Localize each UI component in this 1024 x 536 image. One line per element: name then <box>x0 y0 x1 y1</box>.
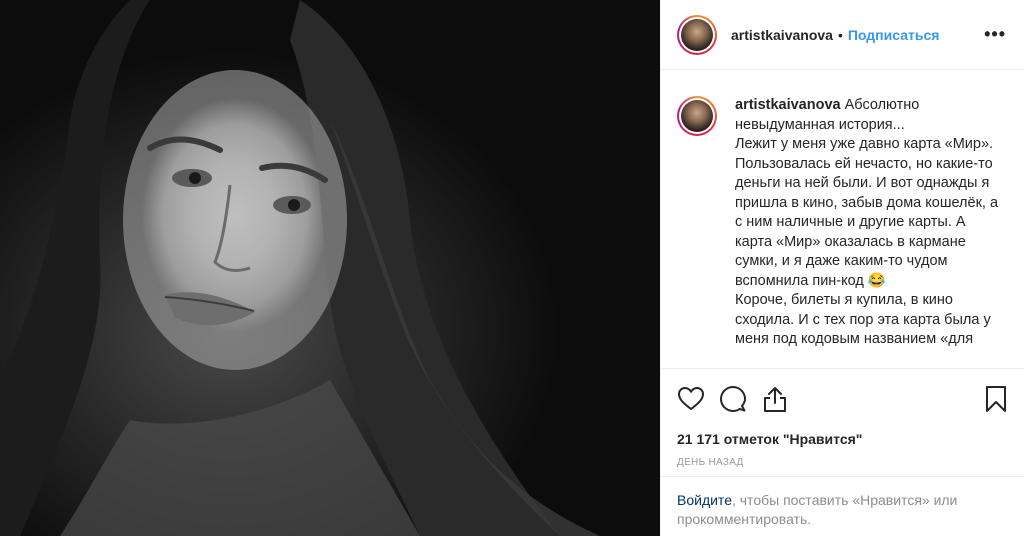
comment-bubble-icon[interactable] <box>719 385 747 413</box>
login-link[interactable]: Войдите <box>677 492 732 508</box>
caption-avatar[interactable] <box>677 96 717 136</box>
post-timestamp[interactable]: ДЕНЬ НАЗАД <box>661 450 1024 476</box>
instagram-post: artistkaivanova • Подписаться ••• artist… <box>0 0 1024 536</box>
username-link[interactable]: artistkaivanova <box>731 27 833 43</box>
heart-icon[interactable] <box>677 385 705 413</box>
share-icon[interactable] <box>761 385 789 413</box>
avatar-image <box>681 18 713 51</box>
likes-count[interactable]: 21 171 отметок "Нравится" <box>661 428 1024 450</box>
bookmark-icon[interactable] <box>982 385 1010 413</box>
post-photo[interactable] <box>0 0 660 536</box>
login-prompt: Войдите, чтобы поставить «Нравится» или … <box>661 476 1024 536</box>
portrait-illustration <box>0 0 600 536</box>
caption-avatar-image <box>681 100 713 132</box>
post-header: artistkaivanova • Подписаться ••• <box>661 0 1024 70</box>
caption-username[interactable]: artistkaivanova <box>735 97 841 113</box>
more-options-icon[interactable]: ••• <box>982 24 1008 45</box>
caption-text: artistkaivanova Абсолютно невыдуманная и… <box>735 96 1005 350</box>
caption-body: Абсолютно невыдуманная история... Лежит … <box>735 97 999 347</box>
avatar[interactable] <box>677 14 717 55</box>
post-side-panel: artistkaivanova • Подписаться ••• artist… <box>660 0 1024 536</box>
separator-dot: • <box>837 26 843 43</box>
follow-button[interactable]: Подписаться <box>848 27 940 43</box>
caption-area: artistkaivanova Абсолютно невыдуманная и… <box>661 70 1024 368</box>
action-bar <box>661 368 1024 428</box>
